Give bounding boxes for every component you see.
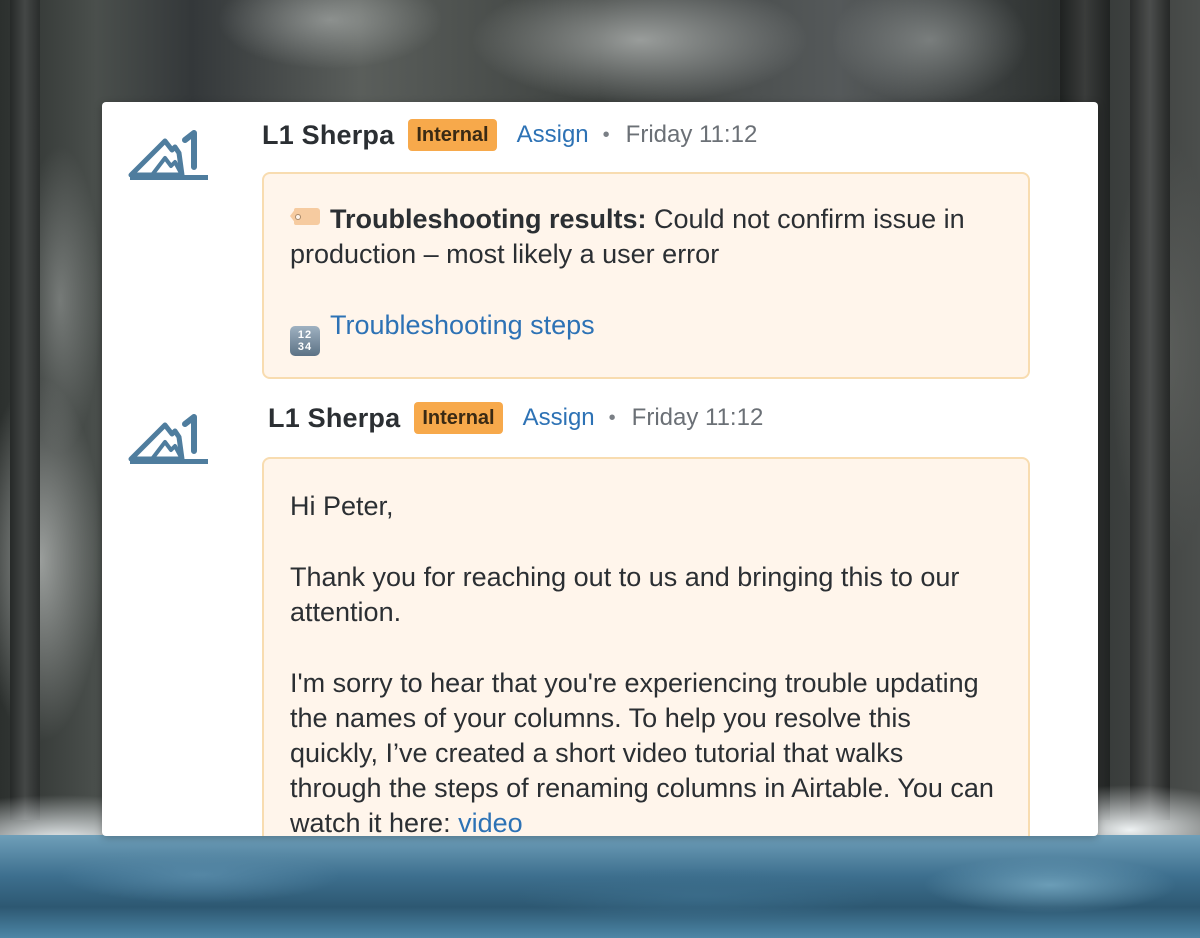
tag-label-icon <box>290 208 320 225</box>
steps-line: 12 34 Troubleshooting steps <box>290 308 1002 356</box>
internal-badge: Internal <box>414 402 503 434</box>
assign-button[interactable]: Assign <box>517 121 589 149</box>
separator-dot: • <box>608 406 616 429</box>
timestamp: Friday 11:12 <box>625 121 758 148</box>
message-header: L1 Sherpa Internal Assign • Friday 11:12 <box>262 116 757 154</box>
results-label: Troubleshooting results: <box>330 204 647 234</box>
assign-button[interactable]: Assign <box>523 404 595 432</box>
troubleshooting-steps-link[interactable]: Troubleshooting steps <box>330 310 595 340</box>
input-numbers-icon: 12 34 <box>290 326 320 356</box>
internal-badge: Internal <box>408 119 497 151</box>
message-bubble: Hi Peter, Thank you for reaching out to … <box>262 457 1030 836</box>
tree-trunk <box>10 0 40 820</box>
video-link[interactable]: video <box>458 808 523 836</box>
results-line: Troubleshooting results: Could not confi… <box>290 202 1002 272</box>
sender-name: L1 Sherpa <box>262 119 395 150</box>
message-paragraph: Thank you for reaching out to us and bri… <box>290 562 960 627</box>
message-paragraph: I'm sorry to hear that you're experienci… <box>290 668 994 836</box>
conversation-panel: L1 Sherpa Internal Assign • Friday 11:12… <box>102 102 1098 836</box>
mountain-logo-icon <box>128 130 208 180</box>
tree-trunk <box>1130 0 1170 820</box>
message-bubble: Troubleshooting results: Could not confi… <box>262 172 1030 379</box>
greeting-text: Hi Peter, <box>290 491 394 521</box>
timestamp: Friday 11:12 <box>631 404 764 431</box>
separator-dot: • <box>602 123 610 146</box>
mountain-logo-icon <box>128 414 208 464</box>
sender-name: L1 Sherpa <box>268 402 401 433</box>
message-header: L1 Sherpa Internal Assign • Friday 11:12 <box>268 399 763 437</box>
icy-river <box>0 835 1200 938</box>
